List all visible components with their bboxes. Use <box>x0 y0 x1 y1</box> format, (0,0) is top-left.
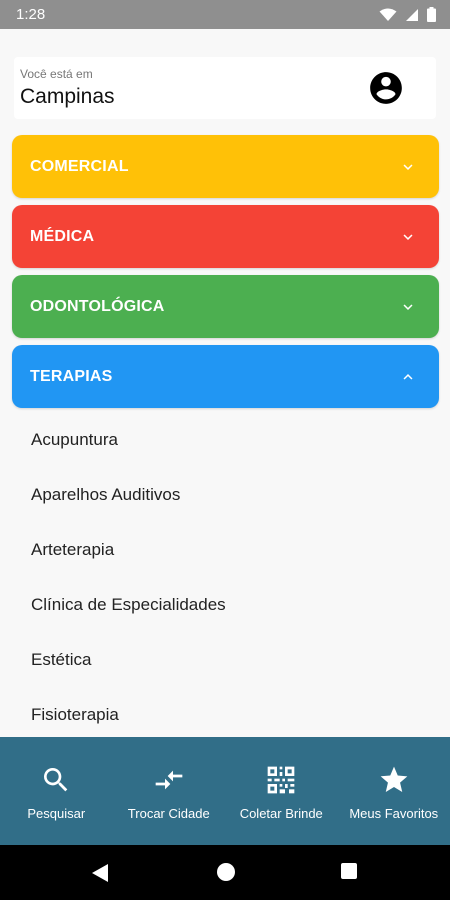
status-time: 1:28 <box>16 6 46 23</box>
list-item[interactable]: Arteterapia <box>0 522 450 577</box>
back-icon[interactable] <box>90 862 110 884</box>
status-bar: 1:28 <box>0 0 450 29</box>
chevron-down-icon <box>403 163 413 170</box>
cell-signal-icon <box>406 8 418 21</box>
list-item[interactable]: Aparelhos Auditivos <box>0 467 450 522</box>
swap-icon <box>155 770 183 790</box>
current-city: Campinas <box>20 85 115 108</box>
category-label: COMERCIAL <box>30 157 129 175</box>
chevron-up-icon <box>403 373 413 380</box>
star-icon <box>380 766 408 792</box>
list-item[interactable]: Clínica de Especialidades <box>0 577 450 632</box>
list-item[interactable]: Estética <box>0 632 450 687</box>
category-label: MÉDICA <box>30 227 95 245</box>
list-item[interactable]: Fisioterapia <box>0 687 450 737</box>
category-label: TERAPIAS <box>30 367 113 385</box>
home-icon[interactable] <box>216 862 236 882</box>
nav-coletar-brinde[interactable]: Coletar Brinde <box>225 737 338 845</box>
account-icon[interactable] <box>367 69 405 107</box>
system-navigation-bar <box>0 845 450 900</box>
list-item[interactable]: Acupuntura <box>0 412 450 467</box>
status-icons <box>379 7 436 22</box>
nav-label: Meus Favoritos <box>349 806 439 821</box>
location-card: Você está em Campinas <box>14 57 436 119</box>
bottom-navigation: Pesquisar Trocar Cidade Coletar Brinde M… <box>0 737 450 845</box>
nav-meus-favoritos[interactable]: Meus Favoritos <box>338 737 450 845</box>
nav-pesquisar[interactable]: Pesquisar <box>0 737 113 845</box>
category-label: ODONTOLÓGICA <box>30 297 165 315</box>
qr-code-icon <box>267 766 295 794</box>
category-comercial[interactable]: COMERCIAL <box>12 135 439 198</box>
category-terapias[interactable]: TERAPIAS <box>12 345 439 408</box>
location-label: Você está em <box>20 67 93 81</box>
nav-label: Coletar Brinde <box>239 806 323 821</box>
wifi-icon <box>379 8 397 21</box>
chevron-down-icon <box>403 233 413 240</box>
category-medica[interactable]: MÉDICA <box>12 205 439 268</box>
nav-label: Pesquisar <box>27 806 86 821</box>
search-icon <box>44 768 68 792</box>
category-odontologica[interactable]: ODONTOLÓGICA <box>12 275 439 338</box>
terapias-list: Acupuntura Aparelhos Auditivos Arteterap… <box>0 412 450 737</box>
nav-trocar-cidade[interactable]: Trocar Cidade <box>113 737 226 845</box>
chevron-down-icon <box>403 303 413 310</box>
nav-label: Trocar Cidade <box>127 806 210 821</box>
battery-icon <box>427 7 436 22</box>
recents-icon[interactable] <box>340 862 358 880</box>
